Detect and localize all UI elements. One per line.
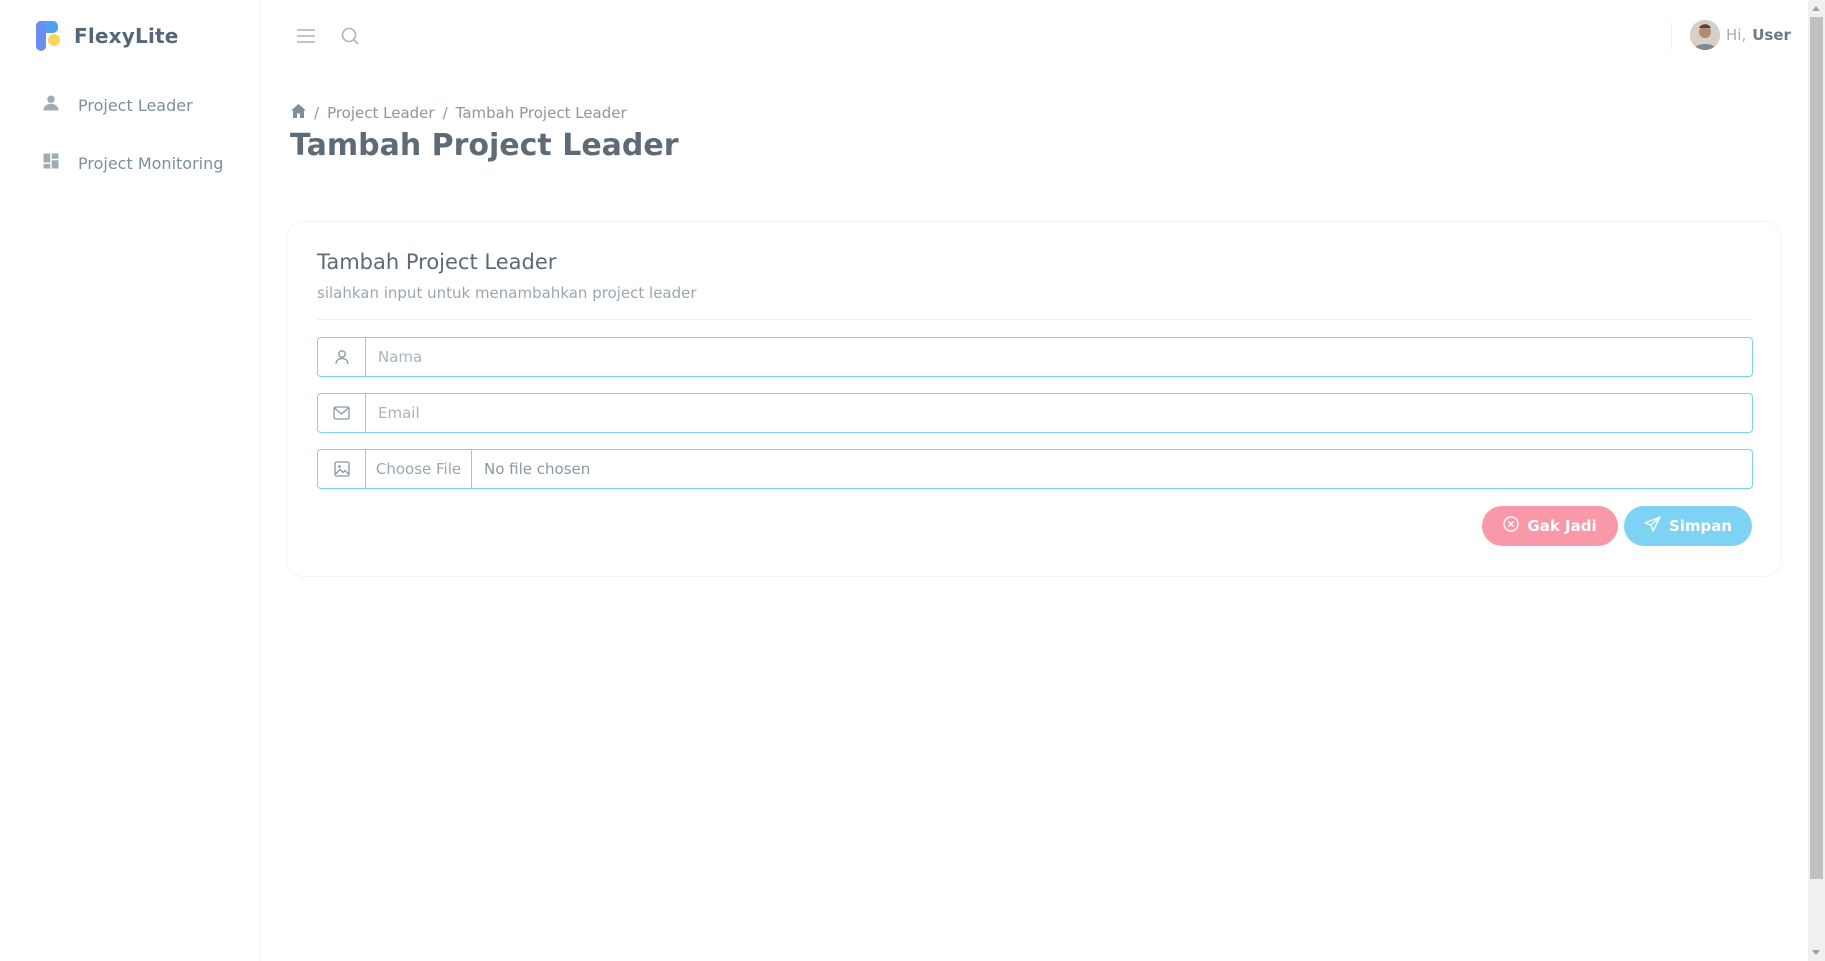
email-input[interactable] (366, 394, 1752, 432)
breadcrumb-separator: / (442, 104, 448, 122)
breadcrumb-item-project-leader[interactable]: Project Leader (327, 104, 435, 122)
user-name: User (1752, 26, 1791, 44)
brand[interactable]: FlexyLite (35, 20, 179, 52)
breadcrumb: / Project Leader / Tambah Project Leader (291, 104, 627, 122)
hamburger-icon[interactable] (294, 24, 318, 48)
topbar-divider (1671, 22, 1672, 50)
send-icon (1644, 516, 1661, 536)
email-field-group (317, 393, 1753, 433)
save-button[interactable]: Simpan (1624, 506, 1752, 546)
nama-input[interactable] (366, 338, 1752, 376)
avatar (1690, 20, 1720, 50)
person-icon (42, 94, 60, 116)
x-circle-icon (1503, 516, 1520, 536)
user-outline-icon (318, 338, 366, 376)
card-divider (317, 319, 1751, 320)
search-icon[interactable] (338, 24, 362, 48)
breadcrumb-separator: / (314, 104, 320, 122)
dashboard-icon (42, 152, 60, 174)
card-title: Tambah Project Leader (317, 250, 557, 274)
page-title: Tambah Project Leader (290, 128, 679, 163)
file-field-group: Choose File No file chosen (317, 449, 1753, 489)
breadcrumb-item-current: Tambah Project Leader (455, 104, 627, 122)
sidebar: FlexyLite Project Leader Project Monitor… (0, 0, 260, 961)
nama-field-group (317, 337, 1753, 377)
sidebar-item-project-monitoring[interactable]: Project Monitoring (0, 134, 260, 192)
choose-file-button[interactable]: Choose File (366, 450, 472, 488)
topbar: Hi, User (260, 0, 1808, 72)
file-status: No file chosen (484, 460, 591, 478)
card-subtitle: silahkan input untuk menambahkan project… (317, 284, 697, 302)
user-menu[interactable]: Hi, User (1690, 20, 1791, 50)
vertical-scrollbar[interactable] (1808, 0, 1825, 961)
brand-name: FlexyLite (74, 24, 179, 48)
mail-icon (318, 394, 366, 432)
sidebar-item-label: Project Leader (78, 95, 193, 115)
cancel-button-label: Gak Jadi (1527, 517, 1597, 535)
sidebar-nav: Project Leader Project Monitoring (0, 76, 260, 192)
brand-logo-icon (35, 20, 62, 52)
image-icon (318, 450, 366, 488)
save-button-label: Simpan (1668, 517, 1733, 535)
home-icon[interactable] (291, 104, 306, 122)
sidebar-item-project-leader[interactable]: Project Leader (0, 76, 260, 134)
cancel-button[interactable]: Gak Jadi (1482, 506, 1618, 546)
scroll-down-icon[interactable] (1812, 950, 1820, 955)
form-card: Tambah Project Leader silahkan input unt… (286, 221, 1782, 577)
sidebar-item-label: Project Monitoring (78, 153, 224, 173)
user-greeting: Hi, (1726, 26, 1747, 44)
scroll-thumb[interactable] (1810, 17, 1823, 879)
scroll-up-icon[interactable] (1812, 6, 1820, 11)
